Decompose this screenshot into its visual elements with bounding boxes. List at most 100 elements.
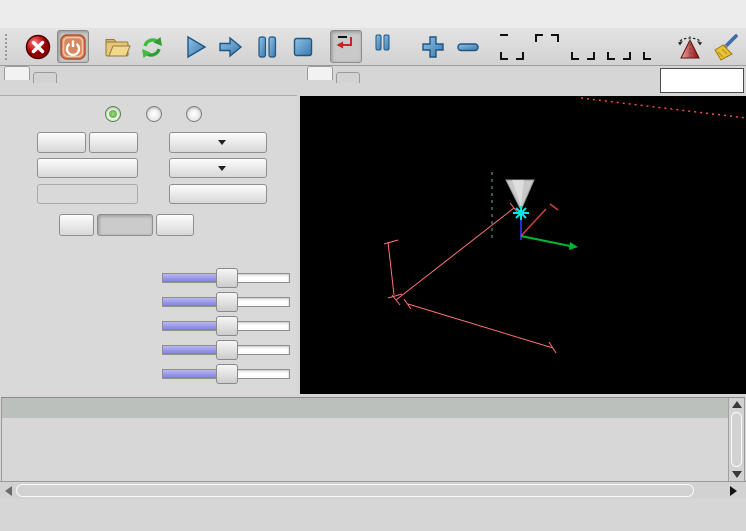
- gcode-listing[interactable]: [1, 397, 745, 481]
- step-icon: [217, 34, 245, 60]
- optional-pause-toggle[interactable]: [366, 30, 398, 63]
- folder-icon: [102, 33, 132, 61]
- view-p-button[interactable]: [639, 30, 671, 63]
- menu-system[interactable]: [96, 9, 118, 19]
- right-tab-bar: [307, 66, 363, 95]
- rapid-override-slider[interactable]: [162, 292, 290, 310]
- status-bar: [0, 499, 746, 531]
- spindle-override-slider[interactable]: [162, 316, 290, 334]
- view-z2-icon: [532, 32, 562, 62]
- preview-plot: [300, 96, 746, 394]
- jog-minus-button[interactable]: [89, 132, 138, 153]
- home-all-button[interactable]: [37, 158, 138, 178]
- feed-override-slider[interactable]: [162, 268, 290, 286]
- vertical-scroll-thumb[interactable]: [731, 412, 742, 467]
- spindle-cw-button[interactable]: [156, 214, 194, 236]
- view-z2-button[interactable]: [531, 30, 563, 63]
- rotate-view-button[interactable]: [674, 30, 706, 63]
- slider-thumb[interactable]: [216, 292, 238, 312]
- menu-help[interactable]: [74, 9, 96, 19]
- chevron-down-icon: [218, 140, 226, 145]
- horizontal-scrollbar[interactable]: [0, 481, 746, 500]
- reload-icon: [137, 32, 167, 62]
- stop-icon: [291, 35, 315, 59]
- reload-button[interactable]: [137, 30, 169, 63]
- view-y-icon: [604, 32, 634, 62]
- jog-mode-dropdown[interactable]: [169, 132, 267, 153]
- spindle-rpm-badge: [660, 68, 744, 93]
- line-number: [2, 398, 26, 418]
- clear-plot-button[interactable]: [710, 30, 742, 63]
- line-number: [2, 458, 26, 478]
- zoom-in-button[interactable]: [417, 30, 449, 63]
- power-icon: [59, 33, 87, 61]
- menu-view[interactable]: [52, 9, 74, 19]
- set-tool-offsets-button[interactable]: [169, 184, 267, 204]
- step-button[interactable]: [215, 30, 247, 63]
- menu-machine[interactable]: [30, 9, 52, 19]
- horizontal-scroll-thumb[interactable]: [16, 484, 694, 497]
- stop-button[interactable]: [287, 30, 319, 63]
- run-button[interactable]: [180, 30, 212, 63]
- scroll-up-arrow-icon[interactable]: [732, 401, 742, 408]
- axis-radio-x[interactable]: [105, 106, 121, 122]
- estop-icon: [23, 32, 53, 62]
- override-limits-button[interactable]: [37, 184, 138, 204]
- slider-thumb[interactable]: [216, 316, 238, 336]
- line-number: [2, 438, 26, 458]
- view-y-button[interactable]: [603, 30, 635, 63]
- slider-thumb[interactable]: [216, 268, 238, 288]
- view-x-icon: [568, 32, 598, 62]
- axis-radio-y[interactable]: [146, 106, 162, 122]
- menu-file[interactable]: [8, 9, 30, 19]
- pause-button[interactable]: [251, 30, 283, 63]
- manual-control-panel: [0, 95, 297, 395]
- toolbar: [0, 28, 746, 66]
- tool-position-marker: [513, 206, 529, 220]
- gcode-line[interactable]: [2, 438, 744, 458]
- run-icon: [183, 34, 209, 60]
- scroll-left-arrow-icon[interactable]: [5, 486, 12, 496]
- axis-radio-z[interactable]: [186, 106, 202, 122]
- zoom-out-icon: [454, 33, 482, 61]
- tab-dro[interactable]: [336, 72, 360, 83]
- jog-rate-slider[interactable]: [162, 340, 290, 358]
- max-velocity-slider[interactable]: [162, 364, 290, 382]
- preview-canvas[interactable]: [300, 96, 746, 394]
- view-p-icon: [640, 32, 670, 62]
- spindle-stop-button[interactable]: [97, 214, 153, 236]
- toolbar-gripper[interactable]: [5, 34, 12, 60]
- tab-manual-control[interactable]: [4, 66, 30, 80]
- view-z-button[interactable]: [496, 30, 528, 63]
- slider-thumb[interactable]: [216, 340, 238, 360]
- open-file-button[interactable]: [101, 30, 133, 63]
- clear-plot-icon: [711, 32, 741, 62]
- skip-lines-icon: [332, 33, 360, 61]
- rotate-view-icon: [675, 32, 705, 62]
- left-tab-bar: [4, 66, 60, 95]
- spindle-ccw-button[interactable]: [59, 214, 94, 236]
- x-axis-arrow: [550, 204, 558, 210]
- view-x-button[interactable]: [567, 30, 599, 63]
- tab-preview[interactable]: [307, 66, 333, 80]
- gcode-line[interactable]: [2, 398, 744, 418]
- y-axis-line: [521, 236, 570, 246]
- scroll-right-arrow-icon[interactable]: [730, 486, 737, 496]
- machine-power-button[interactable]: [57, 30, 89, 63]
- gcode-line[interactable]: [2, 418, 744, 438]
- view-z-icon: [497, 32, 527, 62]
- gcode-line[interactable]: [2, 458, 744, 478]
- zoom-out-button[interactable]: [453, 30, 485, 63]
- slider-thumb[interactable]: [216, 364, 238, 384]
- rapid-move-trace: [581, 98, 746, 118]
- chevron-down-icon: [218, 166, 226, 171]
- estop-button[interactable]: [22, 30, 54, 63]
- set-origin-dropdown[interactable]: [169, 158, 267, 178]
- tab-mdi[interactable]: [33, 72, 57, 83]
- jog-plus-button[interactable]: [37, 132, 86, 153]
- menu-bar: [0, 0, 746, 29]
- zoom-in-icon: [419, 33, 447, 61]
- vertical-scrollbar[interactable]: [728, 398, 744, 481]
- scroll-down-arrow-icon[interactable]: [732, 471, 742, 478]
- skip-lines-toggle[interactable]: [330, 30, 362, 63]
